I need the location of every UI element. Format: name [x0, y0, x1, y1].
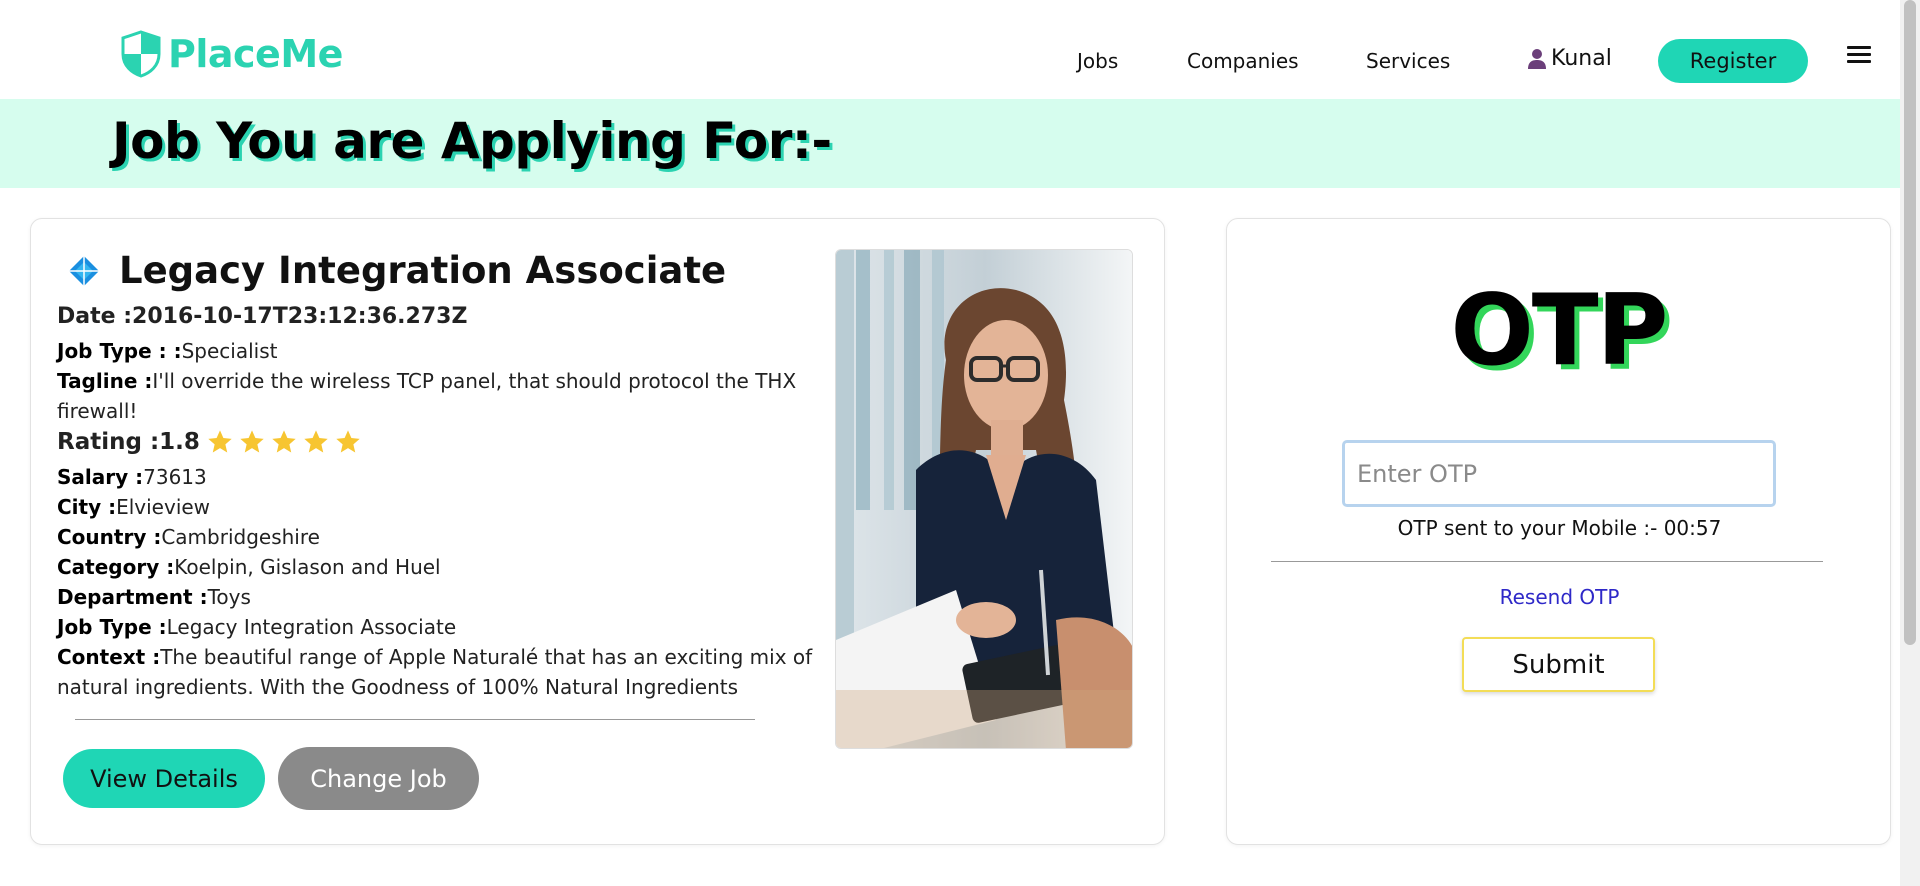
city-field: City :Elvieview: [57, 492, 210, 522]
job-photo-image: [836, 250, 1132, 748]
job-title: Legacy Integration Associate: [119, 249, 727, 292]
brand-logo[interactable]: PlaceMe: [120, 30, 343, 78]
star-icon: [336, 430, 360, 453]
date-value: 2016-10-17T23:12:36.273Z: [132, 304, 468, 329]
field-label: Salary :: [57, 465, 144, 489]
department-field: Department :Toys: [57, 582, 251, 612]
field-value: 73613: [143, 465, 207, 489]
field-value: Cambridgeshire: [161, 525, 320, 549]
rating-label: Rating :: [57, 429, 160, 455]
otp-timer-text: OTP sent to your Mobile :- 00:57: [1397, 516, 1722, 540]
salary-field: Salary :73613: [57, 462, 207, 492]
view-details-button[interactable]: View Details: [63, 749, 265, 808]
job-photo: [835, 249, 1133, 749]
user-menu[interactable]: Kunal: [1527, 46, 1612, 71]
field-value: Elvieview: [116, 495, 211, 519]
divider: [75, 719, 755, 720]
job-type-field: Job Type : :Specialist: [57, 336, 277, 366]
shield-logo-icon: [121, 30, 161, 78]
otp-card: OTP OTP sent to your Mobile :- 00:57 Res…: [1226, 218, 1891, 845]
scrollbar-thumb[interactable]: [1904, 0, 1916, 645]
rating-field: Rating :1.8: [57, 427, 366, 457]
country-field: Country :Cambridgeshire: [57, 522, 320, 552]
field-label: City :: [57, 495, 117, 519]
star-icon: [240, 430, 264, 453]
field-label: Job Type :: [57, 615, 167, 639]
submit-button[interactable]: Submit: [1462, 637, 1655, 692]
field-value: The beautiful range of Apple Naturalé th…: [57, 645, 813, 699]
star-icon: [272, 430, 296, 453]
page-scrollbar[interactable]: [1900, 0, 1920, 886]
tagline-field: Tagline :I'll override the wireless TCP …: [57, 366, 817, 426]
user-icon: [1528, 48, 1546, 69]
job-card: Legacy Integration Associate Date :2016-…: [30, 218, 1165, 845]
category-field: Category :Koelpin, Gislason and Huel: [57, 552, 441, 582]
job-title-row: Legacy Integration Associate: [67, 249, 726, 292]
nav-link-services[interactable]: Services: [1366, 49, 1450, 73]
register-button[interactable]: Register: [1658, 39, 1808, 83]
job-role-field: Job Type :Legacy Integration Associate: [57, 612, 456, 642]
hamburger-menu-icon[interactable]: [1847, 46, 1871, 64]
star-icon: [208, 430, 232, 453]
field-label: Country :: [57, 525, 162, 549]
field-value: I'll override the wireless TCP panel, th…: [57, 369, 797, 423]
field-value: Legacy Integration Associate: [166, 615, 457, 639]
brand-name: PlaceMe: [168, 32, 343, 76]
field-value: Specialist: [181, 339, 278, 363]
field-value: Koelpin, Gislason and Huel: [174, 555, 441, 579]
nav-link-jobs[interactable]: Jobs: [1077, 49, 1118, 73]
field-label: Tagline :: [57, 369, 153, 393]
diamond-icon: [69, 255, 99, 286]
field-label: Department :: [57, 585, 208, 609]
rating-stars: [206, 428, 366, 456]
field-label: Job Type : :: [57, 339, 182, 363]
page-title: Job You are Applying For:-: [112, 112, 832, 170]
field-value: Toys: [207, 585, 251, 609]
context-field: Context :The beautiful range of Apple Na…: [57, 642, 817, 702]
divider: [1271, 561, 1823, 562]
field-label: Category :: [57, 555, 175, 579]
user-name: Kunal: [1551, 46, 1612, 71]
change-job-button[interactable]: Change Job: [278, 747, 479, 810]
otp-title: OTP: [1450, 274, 1669, 388]
job-date: Date :2016-10-17T23:12:36.273Z: [57, 302, 467, 332]
otp-input[interactable]: [1342, 440, 1776, 507]
rating-value: 1.8: [159, 429, 200, 455]
date-label: Date :: [57, 304, 133, 329]
navbar: PlaceMe Jobs Companies Services Kunal Re…: [0, 0, 1900, 99]
resend-otp-link[interactable]: Resend OTP: [1227, 585, 1892, 609]
nav-link-companies[interactable]: Companies: [1187, 49, 1299, 73]
star-icon: [304, 430, 328, 453]
field-label: Context :: [57, 645, 161, 669]
